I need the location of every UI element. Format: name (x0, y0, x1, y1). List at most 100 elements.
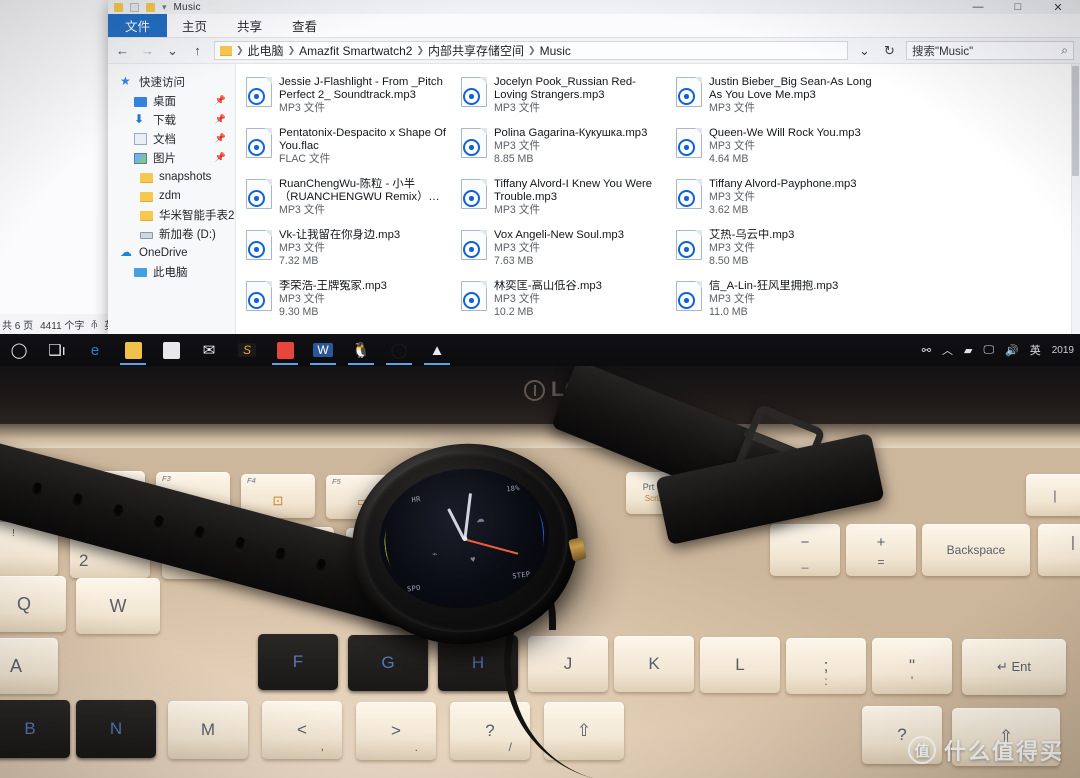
file-tile[interactable]: Jessie J-Flashlight - From _Pitch Perfec… (242, 72, 457, 123)
scrollbar-thumb[interactable] (1072, 66, 1079, 176)
mail-button[interactable]: ✉ (190, 334, 228, 366)
nav-item-3[interactable]: 文档 📌 (108, 129, 235, 148)
nav-item-2[interactable]: ⬇ 下载 📌 (108, 110, 235, 129)
file-explorer-button[interactable] (114, 334, 152, 366)
file-tile[interactable]: 李荣浩-王牌冤家.mp3 MP3 文件 9.30 MB (242, 276, 457, 327)
breadcrumb-item-3[interactable]: Music (540, 44, 571, 58)
quick-access-new-folder-icon[interactable] (146, 2, 155, 12)
file-name: Vk-让我留在你身边.mp3 (279, 229, 401, 241)
watch-label-battery: 18% (505, 484, 521, 494)
file-tile-text: Tiffany Alvord-I Knew You Were Trouble.m… (494, 177, 668, 217)
file-name: Jessie J-Flashlight - From _Pitch Perfec… (279, 76, 443, 102)
file-tile[interactable]: Tiffany Alvord-I Knew You Were Trouble.m… (457, 174, 672, 225)
minimize-button[interactable]: — (958, 0, 998, 14)
file-tile[interactable]: Vk-让我留在你身边.mp3 MP3 文件 7.32 MB (242, 225, 457, 276)
file-tile-text: 李荣浩-王牌冤家.mp3 MP3 文件 9.30 MB (279, 279, 453, 319)
file-tile[interactable]: Vox Angeli-New Soul.mp3 MP3 文件 7.63 MB (457, 225, 672, 276)
search-input[interactable]: 搜索"Music" ⌕ (906, 41, 1074, 60)
quick-access-folder-icon[interactable] (114, 2, 123, 12)
pin-icon[interactable]: 📌 (215, 95, 226, 106)
nav-item-6[interactable]: zdm (108, 186, 235, 205)
breadcrumb-folder-icon[interactable] (220, 45, 232, 56)
nav-item-9[interactable]: ☁ OneDrive (108, 243, 235, 262)
file-tile-text: Tiffany Alvord-Payphone.mp3 MP3 文件 3.62 MB (709, 177, 883, 217)
pin-icon[interactable]: 📌 (215, 152, 226, 163)
chrome-button[interactable] (266, 334, 304, 366)
nav-item-5[interactable]: snapshots (108, 167, 235, 186)
photos-button[interactable]: ▲ (418, 334, 456, 366)
chevron-up-icon[interactable]: ︿ (942, 342, 953, 358)
address-bar[interactable]: ← → ⌄ ↑ ❯ 此电脑 ❯ Amazfit Smartwatch2 ❯ 内部共享存储空… (108, 38, 1080, 64)
system-tray[interactable]: ⚯ ︿ ▰ 🖵 🔊 英 2019 (922, 342, 1080, 358)
word-window-behind[interactable]: 共 6 页 4411 个字 ⫚ 英语 (0, 0, 124, 334)
nav-item-8[interactable]: 新加卷 (D:) (108, 224, 235, 243)
pin-icon[interactable]: 📌 (215, 133, 226, 144)
breadcrumb-separator: ❯ (287, 45, 296, 55)
maximize-button[interactable]: □ (998, 0, 1038, 14)
file-tile[interactable]: Polina Gagarina-Кукушка.mp3 MP3 文件 8.85 MB (457, 123, 672, 174)
cortana-button[interactable]: ◯ (0, 334, 38, 366)
breadcrumb-item-2[interactable]: 内部共享存储空间 (428, 42, 524, 59)
file-tile[interactable]: 信_A-Lin-狂风里拥抱.mp3 MP3 文件 11.0 MB (672, 276, 887, 327)
quick-access-chevron-down-icon[interactable]: ▾ (162, 2, 167, 13)
file-tile[interactable]: Pentatonix-Despacito x Shape Of You.flac… (242, 123, 457, 174)
close-button[interactable]: ✕ (1038, 0, 1078, 14)
battery-icon[interactable]: ▰ (964, 344, 972, 357)
window-controls[interactable]: — □ ✕ (958, 0, 1078, 14)
clock-date[interactable]: 2019 (1052, 345, 1074, 356)
file-tile[interactable]: 艾热-乌云中.mp3 MP3 文件 8.50 MB (672, 225, 887, 276)
file-name: 艾热-乌云中.mp3 (709, 229, 795, 241)
tab-share[interactable]: 共享 (222, 14, 277, 37)
file-tile[interactable]: Justin Bieber_Big Sean-As Long As You Lo… (672, 72, 887, 123)
nav-item-0[interactable]: ★ 快速访问 (108, 72, 235, 91)
back-button[interactable]: ← (114, 42, 131, 59)
windows-taskbar[interactable]: ◯ ❑ı e ✉ S W 🐧 ◯ ▲ ⚯ ︿ ▰ 🖵 🔊 英 2019 (0, 334, 1080, 366)
breadcrumb[interactable]: ❯ 此电脑 ❯ Amazfit Smartwatch2 ❯ 内部共享存储空间 ❯ Music (214, 41, 848, 60)
address-dropdown-button[interactable]: ⌄ (856, 42, 873, 59)
sublime-text-button[interactable]: S (228, 334, 266, 366)
navigation-pane[interactable]: ★ 快速访问 桌面 📌 ⬇ 下载 📌 文档 📌 图片 📌 snapshots zdm 华米智能手表2 新加卷… (108, 64, 236, 334)
input-method-indicator[interactable]: 英 (1030, 342, 1041, 358)
word-button[interactable]: W (304, 334, 342, 366)
keyboard-key: <, (262, 701, 342, 760)
recent-locations-button[interactable]: ⌄ (164, 42, 181, 59)
keyboard-key: B (0, 700, 70, 758)
nav-item-4[interactable]: 图片 📌 (108, 148, 235, 167)
file-tile[interactable]: Queen-We Will Rock You.mp3 MP3 文件 4.64 MB (672, 123, 887, 174)
file-type: MP3 文件 (709, 293, 755, 306)
file-tile[interactable]: RuanChengWu-陈粒 - 小半 （RUANCHENGWU Remix） … (242, 174, 457, 225)
tab-home[interactable]: 主页 (167, 14, 222, 37)
ribbon-tab-bar[interactable]: 文件 主页 共享 查看 (108, 14, 1080, 38)
watch-cloud-icon: ☁ (475, 513, 486, 525)
nav-item-label: 桌面 (153, 95, 176, 108)
breadcrumb-item-1[interactable]: Amazfit Smartwatch2 (299, 44, 412, 58)
quick-access-properties-icon[interactable] (130, 2, 139, 12)
file-tile[interactable]: 林奕匡-高山低谷.mp3 MP3 文件 10.2 MB (457, 276, 672, 327)
forward-button[interactable]: → (139, 42, 156, 59)
file-type: FLAC 文件 (279, 153, 331, 166)
app-circle-button[interactable]: ◯ (380, 334, 418, 366)
nav-item-1[interactable]: 桌面 📌 (108, 91, 235, 110)
tab-file[interactable]: 文件 (108, 14, 168, 37)
microsoft-store-button[interactable] (152, 334, 190, 366)
file-tile[interactable]: Jocelyn Pook_Russian Red-Loving Stranger… (457, 72, 672, 123)
pin-icon[interactable]: 📌 (215, 114, 226, 125)
volume-icon[interactable]: 🔊 (1005, 344, 1019, 357)
file-tile[interactable]: Tiffany Alvord-Payphone.mp3 MP3 文件 3.62 MB (672, 174, 887, 225)
explorer-title-bar[interactable]: ▾ Music — □ ✕ (108, 0, 1080, 14)
file-list-view[interactable]: Jessie J-Flashlight - From _Pitch Perfec… (236, 64, 1080, 334)
refresh-button[interactable]: ↻ (881, 42, 898, 59)
tab-view[interactable]: 查看 (277, 14, 332, 37)
nav-item-10[interactable]: 此电脑 (108, 262, 235, 281)
edge-button[interactable]: e (76, 334, 114, 366)
qq-button[interactable]: 🐧 (342, 334, 380, 366)
up-button[interactable]: ↑ (189, 42, 206, 59)
task-view-button[interactable]: ❑ı (38, 334, 76, 366)
nav-item-7[interactable]: 华米智能手表2 (108, 205, 235, 224)
file-explorer-window[interactable]: ▾ Music — □ ✕ 文件 主页 共享 查看 ← → ⌄ ↑ ❯ 此电脑 ❯ A… (108, 0, 1080, 334)
display-icon[interactable]: 🖵 (983, 344, 994, 357)
breadcrumb-item-0[interactable]: 此电脑 (248, 42, 284, 59)
vertical-scrollbar[interactable] (1071, 64, 1080, 334)
watermark-text: 什么值得买 (943, 739, 1064, 764)
share-icon[interactable]: ⚯ (922, 344, 931, 357)
